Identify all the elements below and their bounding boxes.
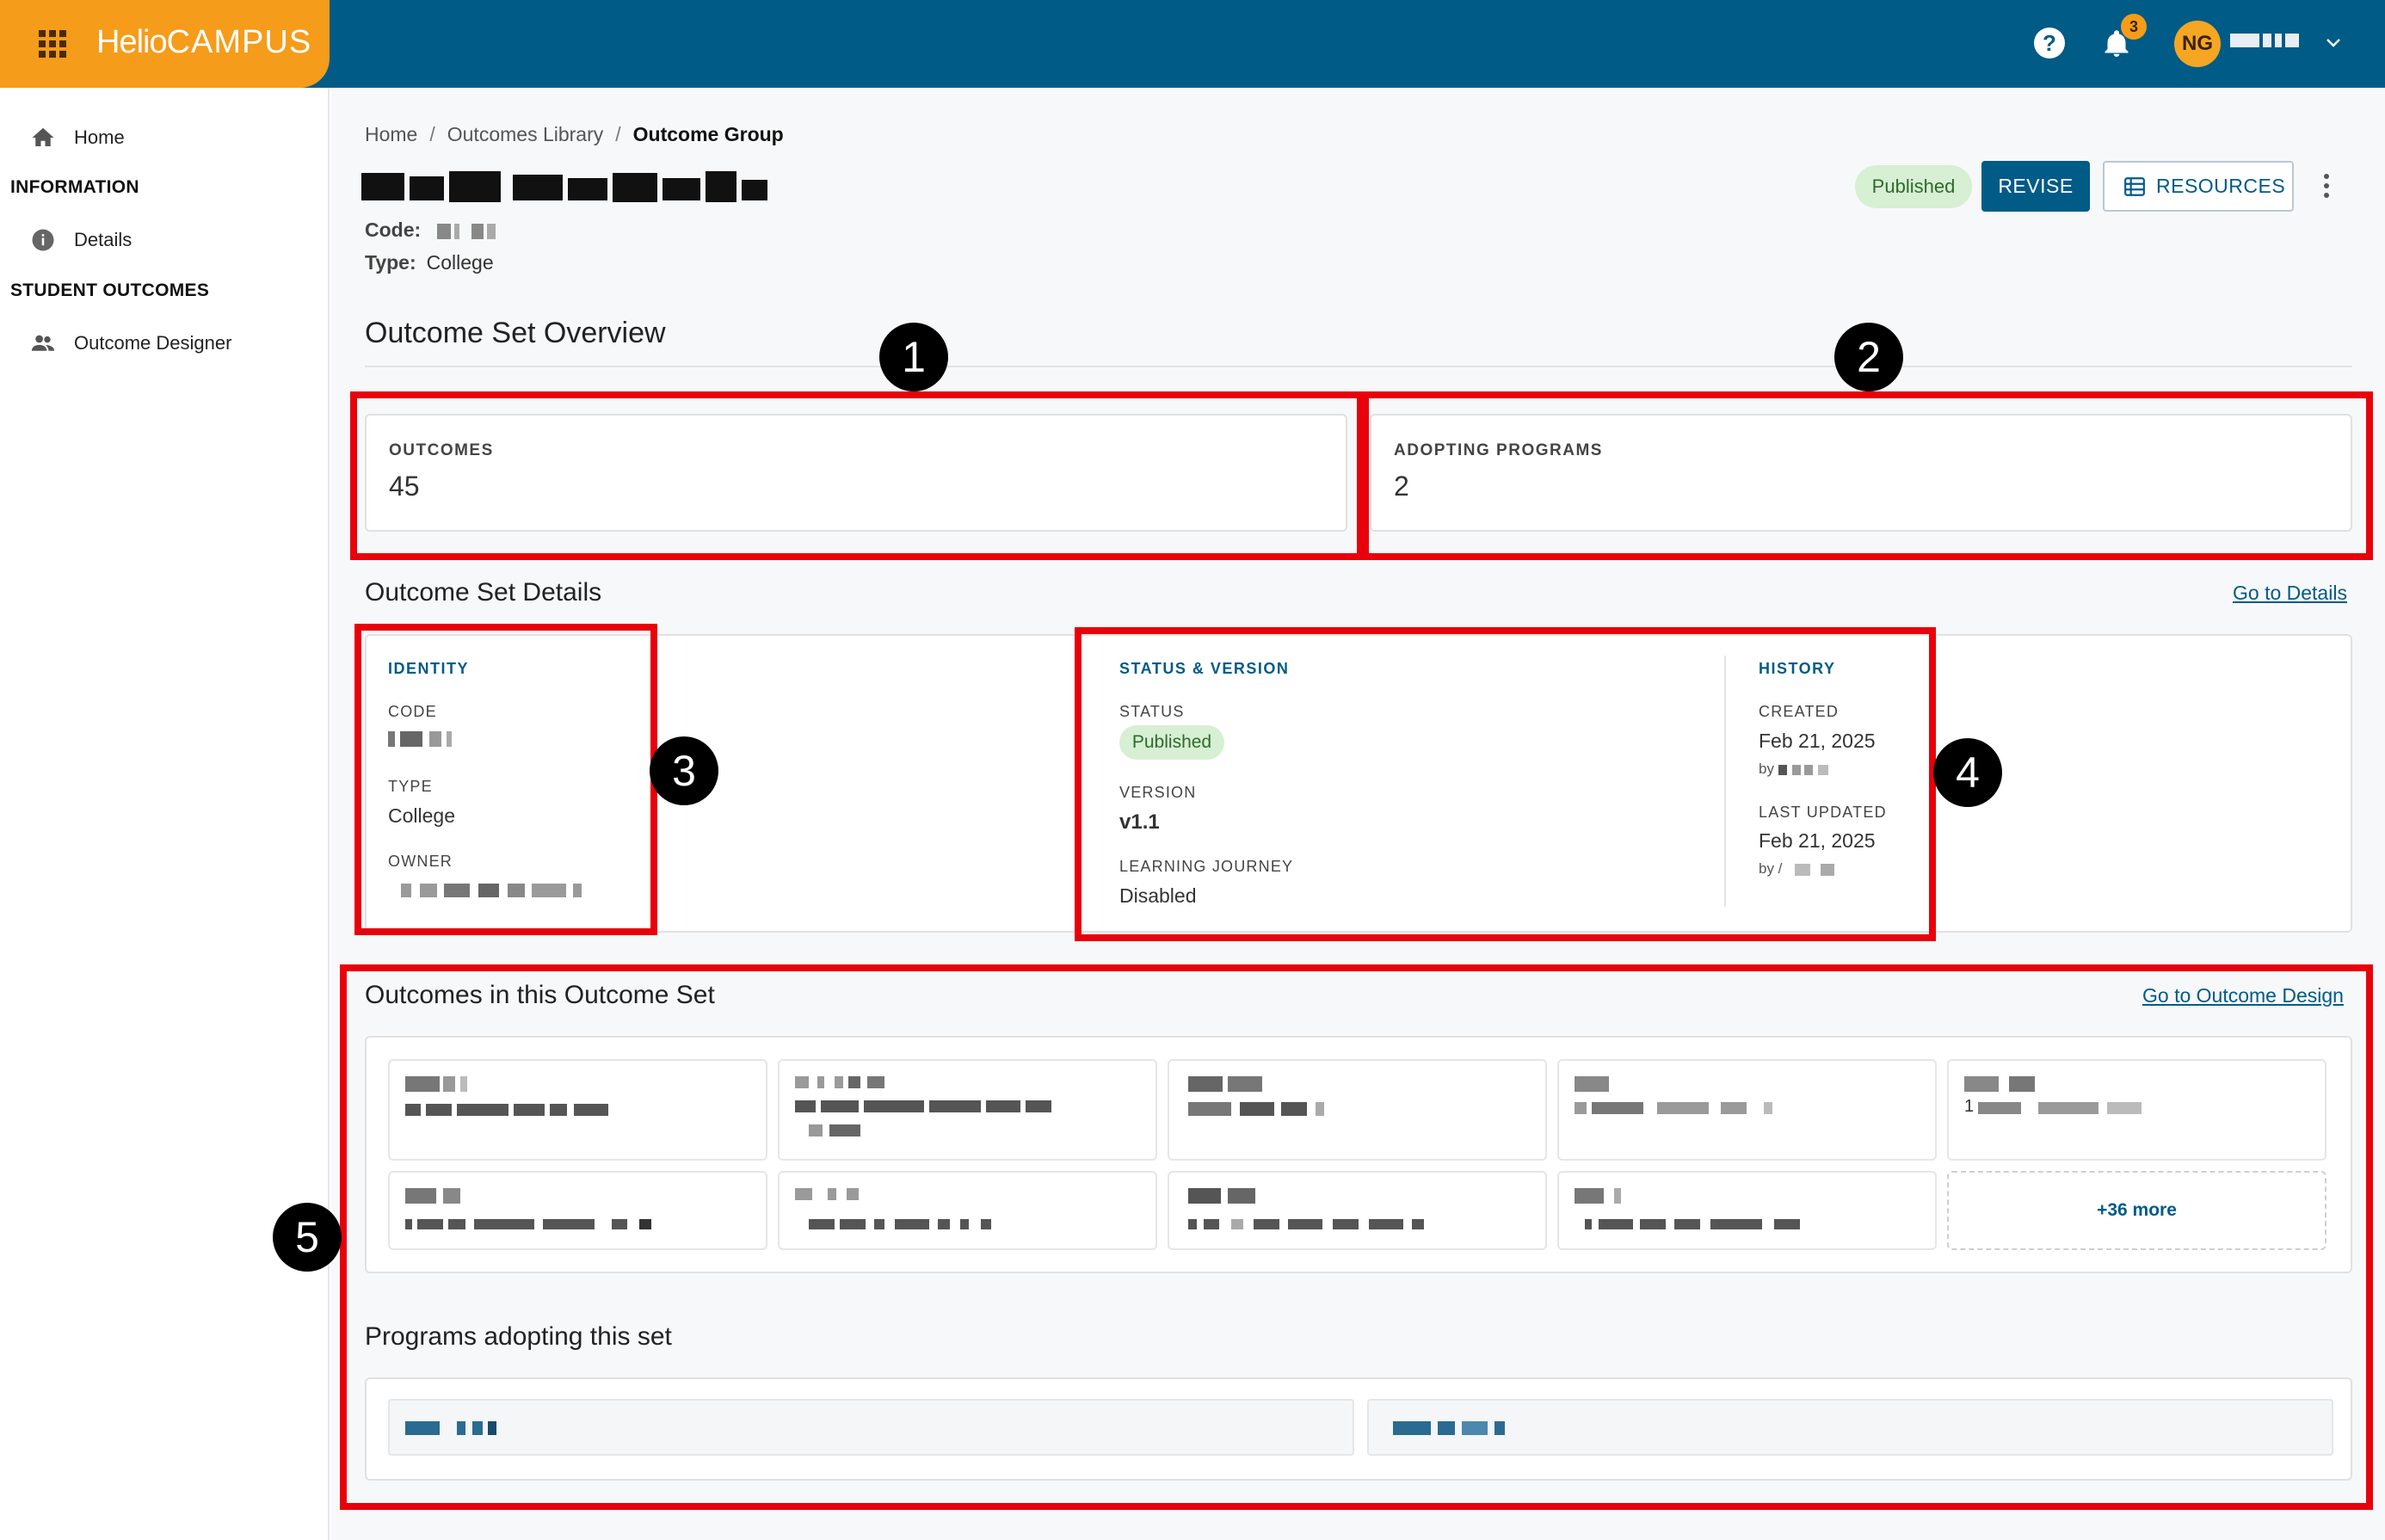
sidebar-item-label: Outcome Designer (74, 332, 232, 354)
resources-button[interactable]: RESOURCES (2103, 161, 2294, 212)
user-name-redacted[interactable] (2230, 33, 2309, 52)
breadcrumb-outcomes-library[interactable]: Outcomes Library (447, 123, 604, 145)
sidebar-item-outcome-designer[interactable]: Outcome Designer (29, 326, 231, 360)
sidebar-item-details[interactable]: Details (29, 223, 132, 257)
people-icon (29, 330, 57, 357)
home-icon (29, 124, 57, 151)
annotation-box-5 (340, 964, 2373, 1510)
more-options-icon[interactable] (2317, 171, 2336, 202)
top-app-bar (0, 0, 2385, 88)
breadcrumb: Home / Outcomes Library / Outcome Group (365, 123, 784, 145)
overview-divider (365, 366, 2352, 367)
overview-title: Outcome Set Overview (365, 317, 666, 349)
details-title: Outcome Set Details (365, 578, 602, 607)
go-to-details-link[interactable]: Go to Details (2233, 582, 2347, 605)
app-launcher-grid-icon[interactable] (39, 30, 66, 58)
page-type-line: Type: College (365, 251, 494, 274)
revise-button[interactable]: REVISE (1981, 161, 2090, 212)
sidebar-section-student-outcomes: STUDENT OUTCOMES (10, 280, 210, 300)
annotation-box-2 (1362, 391, 2373, 560)
code-value-redacted (436, 223, 506, 239)
resources-icon (2124, 177, 2145, 196)
info-icon (29, 226, 57, 254)
sidebar-item-home[interactable]: Home (29, 120, 125, 155)
annotation-box-1 (350, 391, 1364, 560)
resources-label: RESOURCES (2156, 175, 2286, 197)
breadcrumb-home[interactable]: Home (365, 123, 417, 145)
annotation-marker-2: 2 (1834, 323, 1903, 391)
annotation-marker-4: 4 (1933, 738, 2002, 807)
breadcrumb-current: Outcome Group (632, 123, 784, 145)
sidebar-item-label: Home (74, 126, 125, 148)
page-title-redacted (361, 168, 770, 207)
help-icon[interactable]: ? (2034, 28, 2065, 59)
sidebar-item-label: Details (74, 229, 132, 250)
chevron-down-icon[interactable] (2323, 33, 2344, 53)
annotation-marker-3: 3 (650, 736, 718, 805)
annotation-box-3 (354, 624, 657, 935)
heliocampus-logo[interactable]: HelioCAMPUS (96, 24, 311, 61)
sidebar-section-information: INFORMATION (10, 177, 139, 197)
status-badge: Published (1855, 165, 1972, 208)
sidebar (0, 88, 330, 1540)
type-label: Type: (365, 251, 416, 274)
code-label: Code: (365, 219, 422, 241)
page-code-line: Code: (365, 219, 506, 242)
user-avatar[interactable]: NG (2174, 21, 2221, 67)
annotation-marker-5: 5 (273, 1203, 342, 1272)
type-value: College (426, 251, 494, 274)
brand-area: HelioCAMPUS (0, 0, 330, 88)
annotation-box-4 (1075, 627, 1936, 941)
annotation-marker-1: 1 (879, 323, 948, 391)
notification-count-badge: 3 (2121, 14, 2147, 40)
